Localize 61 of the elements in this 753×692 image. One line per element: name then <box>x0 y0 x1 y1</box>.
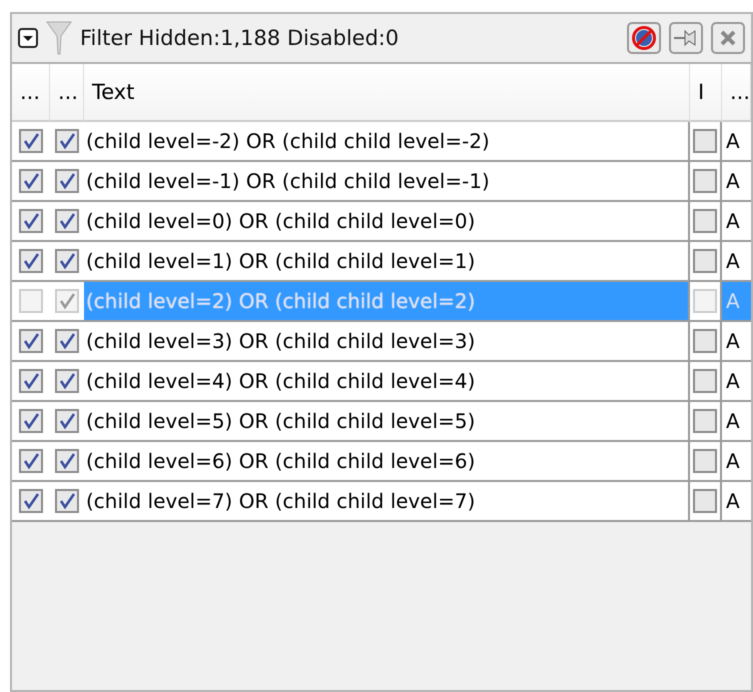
filter-text[interactable]: (child level=3) OR (child child level=3) <box>84 322 690 362</box>
i-checkbox[interactable] <box>693 249 717 273</box>
table-cell: A <box>722 482 751 522</box>
close-button[interactable] <box>711 22 745 54</box>
i-checkbox[interactable] <box>693 489 717 513</box>
table-cell: A <box>722 442 751 482</box>
pin-button[interactable] <box>669 22 703 54</box>
enabled-checkbox[interactable] <box>19 369 43 393</box>
filter-text[interactable]: (child level=-1) OR (child child level=-1) <box>84 162 690 202</box>
collapse-icon[interactable] <box>18 28 38 48</box>
column-header[interactable]: I <box>690 64 722 122</box>
table-cell: A <box>722 162 751 202</box>
filter-text[interactable]: (child level=5) OR (child child level=5) <box>84 402 690 442</box>
funnel-icon <box>46 20 72 56</box>
filter-text[interactable]: (child level=6) OR (child child level=6) <box>84 442 690 482</box>
enabled-checkbox[interactable] <box>19 289 43 313</box>
no-filter-button[interactable] <box>627 22 661 54</box>
table-cell: A <box>722 322 751 362</box>
filter-status: Filter Hidden:1,188 Disabled:0 <box>80 26 400 50</box>
i-checkbox[interactable] <box>693 369 717 393</box>
table-cell: A <box>722 122 751 162</box>
i-checkbox[interactable] <box>693 209 717 233</box>
enabled-checkbox[interactable] <box>19 169 43 193</box>
visible-checkbox[interactable] <box>55 169 79 193</box>
i-checkbox[interactable] <box>693 449 717 473</box>
i-checkbox[interactable] <box>693 409 717 433</box>
enabled-checkbox[interactable] <box>19 209 43 233</box>
table-cell: A <box>722 202 751 242</box>
visible-checkbox[interactable] <box>55 129 79 153</box>
enabled-checkbox[interactable] <box>19 129 43 153</box>
column-header[interactable]: ... <box>50 64 84 122</box>
filter-text[interactable]: (child level=7) OR (child child level=7) <box>84 482 690 522</box>
enabled-checkbox[interactable] <box>19 449 43 473</box>
visible-checkbox[interactable] <box>55 289 79 313</box>
visible-checkbox[interactable] <box>55 369 79 393</box>
filter-text[interactable]: (child level=1) OR (child child level=1) <box>84 242 690 282</box>
table-cell: A <box>722 402 751 442</box>
visible-checkbox[interactable] <box>55 409 79 433</box>
filter-text[interactable]: (child level=-2) OR (child child level=-2) <box>84 122 690 162</box>
visible-checkbox[interactable] <box>55 329 79 353</box>
i-checkbox[interactable] <box>693 289 717 313</box>
filter-text[interactable]: (child level=0) OR (child child level=0) <box>84 202 690 242</box>
visible-checkbox[interactable] <box>55 489 79 513</box>
column-header[interactable]: ... <box>12 64 50 122</box>
no-filter-icon <box>631 25 657 51</box>
i-checkbox[interactable] <box>693 169 717 193</box>
i-checkbox[interactable] <box>693 329 717 353</box>
filter-text[interactable]: (child level=4) OR (child child level=4) <box>84 362 690 402</box>
visible-checkbox[interactable] <box>55 449 79 473</box>
column-header[interactable]: Text <box>84 64 690 122</box>
i-checkbox[interactable] <box>693 129 717 153</box>
table-cell: A <box>722 282 751 322</box>
visible-checkbox[interactable] <box>55 209 79 233</box>
column-header[interactable]: ... <box>722 64 751 122</box>
enabled-checkbox[interactable] <box>19 249 43 273</box>
visible-checkbox[interactable] <box>55 249 79 273</box>
table-cell: A <box>722 362 751 402</box>
enabled-checkbox[interactable] <box>19 329 43 353</box>
enabled-checkbox[interactable] <box>19 409 43 433</box>
enabled-checkbox[interactable] <box>19 489 43 513</box>
table-cell: A <box>722 242 751 282</box>
